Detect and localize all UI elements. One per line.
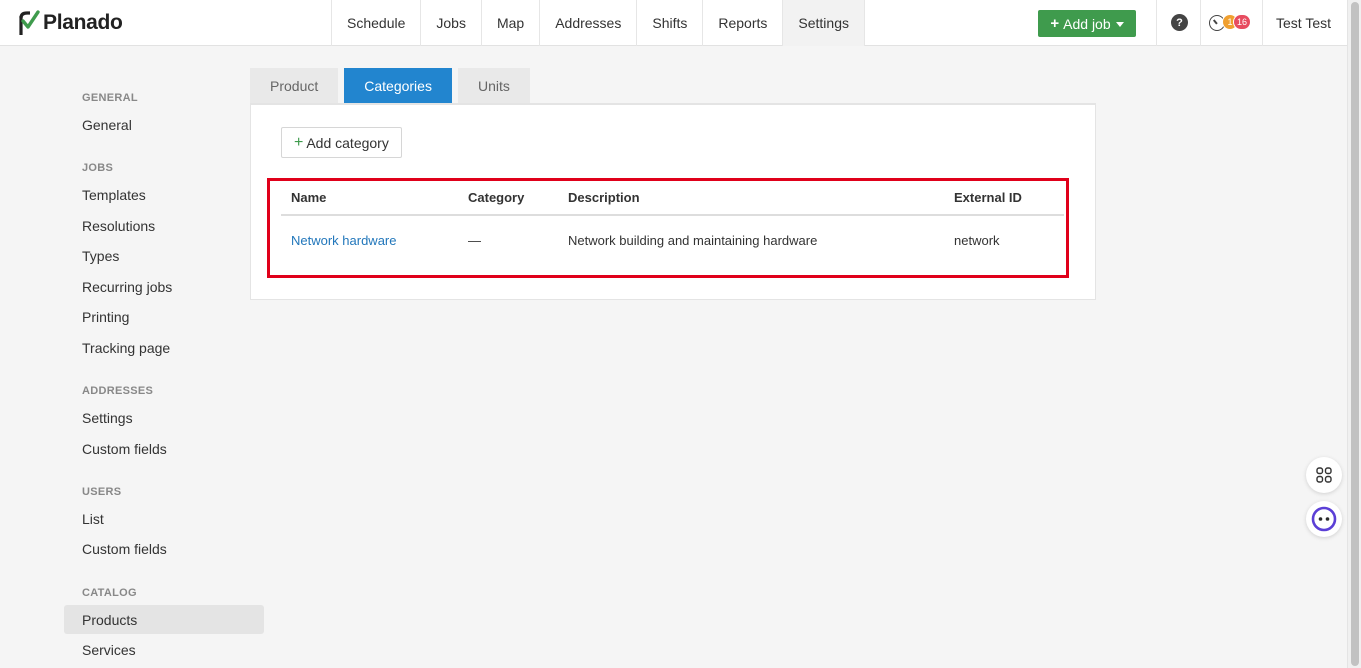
scrollbar-thumb[interactable] — [1351, 2, 1359, 666]
apps-button[interactable] — [1306, 457, 1342, 493]
nav-reports[interactable]: Reports — [702, 0, 782, 46]
plus-icon: + — [294, 133, 304, 151]
logo[interactable]: Planado — [18, 10, 123, 36]
section-title-jobs: JOBS — [82, 162, 114, 174]
user-menu[interactable]: Test Test — [1276, 15, 1331, 31]
divider — [1262, 0, 1263, 46]
logo-icon — [19, 10, 40, 35]
add-category-label: Add category — [306, 134, 389, 151]
sidebar-item-general[interactable]: General — [64, 110, 264, 139]
sidebar-item-tracking-page[interactable]: Tracking page — [64, 333, 264, 362]
add-job-label: Add job — [1063, 15, 1111, 32]
section-title-catalog: CATALOG — [82, 587, 137, 599]
chat-assistant-button[interactable] — [1306, 501, 1342, 537]
help-icon[interactable]: ? — [1171, 14, 1188, 31]
top-bar: Planado Schedule Jobs Map Addresses Shif… — [0, 0, 1347, 46]
chat-bot-icon — [1311, 506, 1337, 532]
nav-jobs[interactable]: Jobs — [420, 0, 481, 46]
tab-product[interactable]: Product — [250, 68, 339, 104]
nav-shifts[interactable]: Shifts — [636, 0, 702, 46]
divider — [1200, 0, 1201, 46]
nav-settings[interactable]: Settings — [782, 0, 865, 46]
caret-down-icon — [1115, 22, 1124, 27]
sidebar-item-users-list[interactable]: List — [64, 504, 264, 533]
nav-schedule[interactable]: Schedule — [331, 0, 420, 46]
logo-text: Planado — [43, 11, 123, 34]
sidebar-item-types[interactable]: Types — [64, 241, 264, 270]
nav-addresses[interactable]: Addresses — [539, 0, 636, 46]
divider — [1156, 0, 1157, 46]
sidebar-item-templates[interactable]: Templates — [64, 180, 264, 209]
sidebar-item-users-custom-fields[interactable]: Custom fields — [64, 534, 264, 563]
add-job-button[interactable]: + Add job — [1038, 10, 1136, 37]
section-title-users: USERS — [82, 486, 122, 498]
apps-icon — [1316, 467, 1332, 483]
sidebar-item-services[interactable]: Services — [64, 635, 264, 664]
highlight-box — [267, 178, 1069, 278]
tab-units[interactable]: Units — [457, 68, 530, 104]
catalog-tabs: Product Categories Units — [250, 68, 536, 104]
nav-map[interactable]: Map — [480, 0, 539, 46]
tab-categories[interactable]: Categories — [344, 68, 452, 104]
main-nav: Schedule Jobs Map Addresses Shifts Repor… — [331, 0, 865, 46]
section-title-general: GENERAL — [82, 92, 138, 104]
sidebar-item-address-settings[interactable]: Settings — [64, 403, 264, 432]
add-category-button[interactable]: + Add category — [281, 127, 402, 158]
notification-badge: 16 — [1233, 14, 1252, 30]
plus-icon: + — [1050, 15, 1060, 32]
sidebar-item-printing[interactable]: Printing — [64, 302, 264, 331]
notifications-button[interactable]: 1 16 — [1209, 14, 1255, 32]
page-scrollbar[interactable] — [1347, 0, 1361, 668]
sidebar-item-resolutions[interactable]: Resolutions — [64, 211, 264, 240]
sidebar-item-products[interactable]: Products — [64, 605, 264, 634]
sidebar-item-address-custom-fields[interactable]: Custom fields — [64, 434, 264, 463]
section-title-addresses: ADDRESSES — [82, 385, 154, 397]
sidebar-item-recurring-jobs[interactable]: Recurring jobs — [64, 272, 264, 301]
